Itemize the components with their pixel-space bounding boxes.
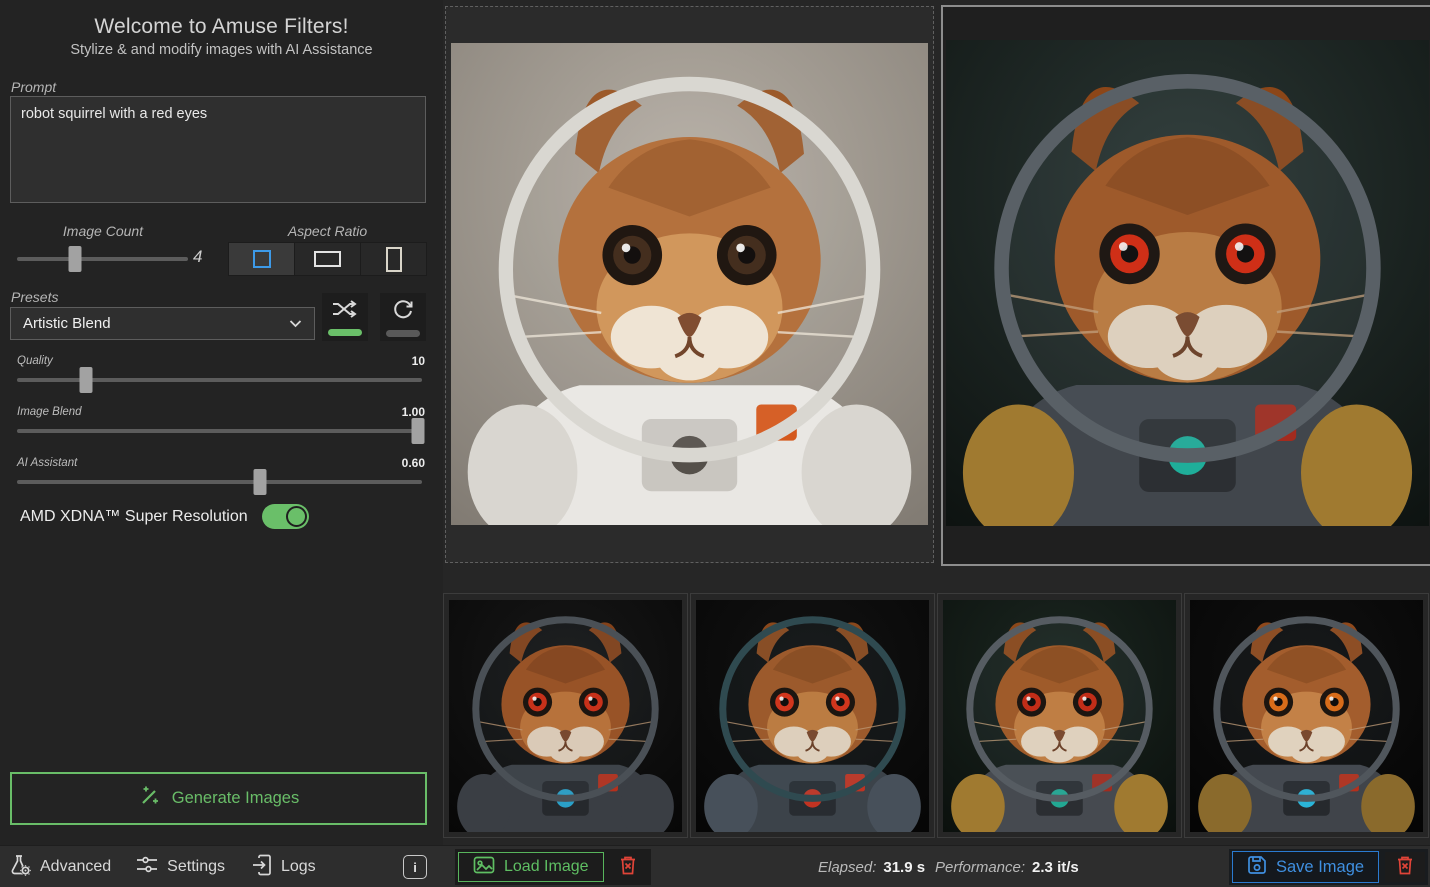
refresh-enabled-indicator bbox=[386, 329, 420, 337]
thumbnail-2[interactable] bbox=[690, 593, 935, 838]
sidebar-footer: Advanced Settings Logs i bbox=[0, 846, 443, 887]
advanced-button[interactable]: Advanced bbox=[8, 854, 111, 881]
advanced-label: Advanced bbox=[40, 858, 112, 875]
elapsed-stat: Elapsed: 31.9 s bbox=[818, 846, 925, 887]
thumbnail-4-image bbox=[1190, 600, 1423, 832]
aspect-portrait-button[interactable] bbox=[361, 243, 426, 275]
thumbnail-1-image bbox=[449, 600, 682, 832]
document-log-icon bbox=[251, 854, 273, 881]
main-area bbox=[443, 0, 1430, 845]
shuffle-icon bbox=[332, 299, 358, 324]
performance-label: Performance: bbox=[935, 858, 1026, 876]
image-blend-slider[interactable] bbox=[17, 418, 425, 444]
save-image-button[interactable]: Save Image bbox=[1232, 851, 1380, 883]
trash-delete-icon bbox=[1395, 854, 1415, 881]
save-image-group: Save Image bbox=[1229, 849, 1429, 885]
performance-value: 2.3 it/s bbox=[1032, 858, 1079, 876]
generate-images-label: Generate Images bbox=[171, 789, 300, 807]
status-bar: Load Image Elapsed: 31.9 s Performance: … bbox=[443, 846, 1430, 887]
output-image-panel[interactable] bbox=[941, 5, 1430, 566]
performance-stat: Performance: 2.3 it/s bbox=[935, 846, 1079, 887]
floppy-disk-icon bbox=[1247, 855, 1267, 880]
refresh-icon bbox=[392, 298, 414, 325]
ai-assistant-slider[interactable] bbox=[17, 469, 422, 495]
presets-dropdown[interactable]: Artistic Blend bbox=[10, 307, 315, 340]
prompt-label: Prompt bbox=[11, 79, 57, 95]
logs-label: Logs bbox=[280, 858, 316, 875]
clear-input-button[interactable] bbox=[607, 852, 648, 882]
bottom-bar: Advanced Settings Logs i Load Image Elap… bbox=[0, 845, 1430, 887]
load-image-label: Load Image bbox=[504, 858, 589, 875]
settings-button[interactable]: Settings bbox=[135, 854, 225, 881]
thumbnail-1[interactable] bbox=[443, 593, 688, 838]
sliders-icon bbox=[135, 854, 159, 881]
magic-wand-icon bbox=[138, 784, 162, 813]
info-button[interactable]: i bbox=[403, 855, 427, 879]
aspect-landscape-button[interactable] bbox=[295, 243, 361, 275]
chevron-down-icon bbox=[289, 315, 302, 332]
presets-selected-value: Artistic Blend bbox=[23, 315, 111, 332]
thumbnail-3[interactable] bbox=[937, 593, 1182, 838]
load-image-button[interactable]: Load Image bbox=[458, 852, 604, 882]
quality-slider[interactable] bbox=[17, 367, 422, 393]
picture-icon bbox=[473, 855, 495, 880]
ai-assistant-value: 0.60 bbox=[401, 456, 425, 470]
sidebar: Welcome to Amuse Filters! Stylize & and … bbox=[0, 0, 443, 845]
quality-slider-handle[interactable] bbox=[79, 367, 93, 393]
image-count-value: 4 bbox=[193, 247, 203, 266]
ai-assistant-label: AI Assistant bbox=[17, 457, 78, 469]
image-blend-label: Image Blend bbox=[17, 406, 82, 418]
info-icon: i bbox=[413, 859, 417, 875]
settings-label: Settings bbox=[167, 858, 225, 875]
image-count-label: Image Count bbox=[62, 223, 144, 239]
amuse-filters-window: Welcome to Amuse Filters! Stylize & and … bbox=[0, 0, 1430, 887]
delete-output-button[interactable] bbox=[1385, 852, 1426, 882]
generate-images-button[interactable]: Generate Images bbox=[10, 772, 427, 825]
toggle-knob bbox=[285, 506, 307, 527]
super-resolution-toggle[interactable] bbox=[261, 504, 309, 529]
aspect-ratio-label: Aspect Ratio bbox=[287, 223, 368, 239]
image-blend-value: 1.00 bbox=[401, 405, 425, 419]
aspect-square-button[interactable] bbox=[229, 243, 295, 275]
ai-assistant-slider-handle[interactable] bbox=[253, 469, 267, 495]
flask-gear-icon bbox=[8, 854, 32, 881]
input-image-panel[interactable] bbox=[445, 6, 934, 563]
input-image bbox=[451, 43, 928, 525]
aspect-ratio-group bbox=[228, 242, 427, 276]
elapsed-label: Elapsed: bbox=[818, 858, 877, 876]
page-title: Welcome to Amuse Filters! bbox=[94, 15, 349, 38]
portrait-icon bbox=[385, 246, 402, 272]
output-image bbox=[946, 40, 1429, 526]
image-count-slider[interactable] bbox=[17, 246, 188, 272]
page-subtitle: Stylize & and modify images with AI Assi… bbox=[70, 42, 373, 58]
image-count-slider-handle[interactable] bbox=[68, 246, 82, 272]
shuffle-presets-button[interactable] bbox=[322, 293, 368, 341]
quality-label: Quality bbox=[17, 355, 53, 367]
presets-label: Presets bbox=[11, 289, 59, 305]
shuffle-enabled-indicator bbox=[328, 328, 362, 336]
prompt-input[interactable] bbox=[10, 96, 426, 203]
trash-delete-icon bbox=[618, 854, 638, 881]
save-image-label: Save Image bbox=[1276, 857, 1365, 876]
refresh-presets-button[interactable] bbox=[380, 293, 426, 341]
square-icon bbox=[252, 250, 271, 268]
thumbnail-4[interactable] bbox=[1184, 593, 1429, 838]
thumbnail-3-image bbox=[943, 600, 1176, 832]
super-resolution-label: AMD XDNA™ Super Resolution bbox=[20, 507, 248, 525]
thumbnail-2-image bbox=[696, 600, 929, 832]
landscape-icon bbox=[314, 251, 341, 267]
load-image-group: Load Image bbox=[455, 849, 651, 885]
elapsed-value: 31.9 s bbox=[883, 858, 926, 876]
logs-button[interactable]: Logs bbox=[251, 854, 316, 881]
image-blend-slider-handle[interactable] bbox=[411, 418, 425, 444]
thumbnail-strip bbox=[443, 593, 1430, 838]
quality-value: 10 bbox=[411, 354, 425, 368]
